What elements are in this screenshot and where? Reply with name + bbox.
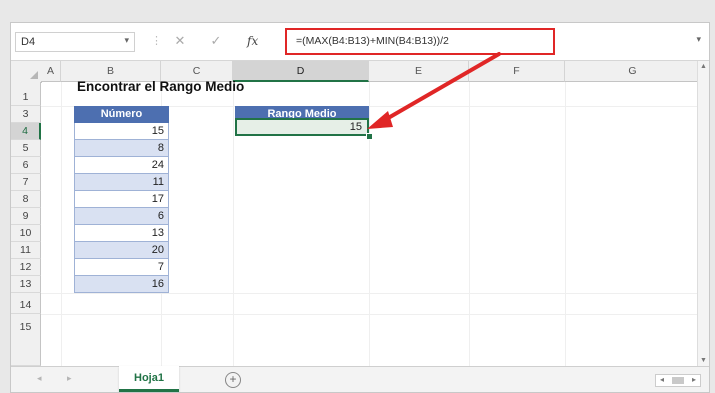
column-header-g[interactable]: G: [565, 61, 701, 82]
formula-text: =(MAX(B4:B13)+MIN(B4:B13))/2: [296, 35, 449, 47]
row-header-1[interactable]: 1: [11, 82, 41, 106]
row-header-15[interactable]: 15: [11, 314, 41, 366]
column-header-a[interactable]: A: [41, 61, 61, 82]
formula-bar: D4 ▾ ⋮ ✕ ✓ fx =(MAX(B4:B13)+MIN(B4:B13))…: [11, 23, 709, 61]
enter-icon[interactable]: ✓: [207, 32, 225, 50]
formula-bar-separator: ⋮: [151, 35, 162, 47]
row-header-9[interactable]: 9: [11, 208, 41, 225]
number-cell: 24: [74, 157, 169, 174]
expand-formula-icon[interactable]: ▾: [696, 34, 701, 45]
scroll-right-icon[interactable]: ▸: [692, 375, 696, 384]
gridline: [233, 82, 234, 366]
gridline: [565, 82, 566, 366]
row-header-4[interactable]: 4: [11, 123, 41, 140]
sheet-tab-bar: ◂ ▸ Hoja1 + ◂ ▸: [11, 366, 709, 392]
sheet-tab-hoja1[interactable]: Hoja1: [119, 366, 179, 392]
gridline: [41, 293, 701, 294]
vertical-scrollbar[interactable]: ▲ ▼: [697, 61, 709, 366]
number-cell: 16: [74, 276, 169, 293]
row-header-13[interactable]: 13: [11, 276, 41, 293]
column-header-e[interactable]: E: [369, 61, 469, 82]
name-box[interactable]: D4 ▾: [15, 32, 135, 52]
row-header-12[interactable]: 12: [11, 259, 41, 276]
scroll-up-icon[interactable]: ▲: [700, 63, 707, 70]
number-cell: 6: [74, 208, 169, 225]
insert-function-icon[interactable]: fx: [247, 32, 258, 50]
row-header-11[interactable]: 11: [11, 242, 41, 259]
next-sheet-icon[interactable]: ▸: [67, 373, 72, 384]
prev-sheet-icon[interactable]: ◂: [37, 373, 42, 384]
scroll-thumb[interactable]: [672, 377, 684, 384]
row-header-10[interactable]: 10: [11, 225, 41, 242]
scroll-left-icon[interactable]: ◂: [660, 375, 664, 384]
number-cell: 17: [74, 191, 169, 208]
number-cell: 11: [74, 174, 169, 191]
row-header-7[interactable]: 7: [11, 174, 41, 191]
name-box-dropdown-icon[interactable]: ▾: [124, 35, 129, 46]
name-box-value: D4: [21, 36, 36, 48]
row-header-6[interactable]: 6: [11, 157, 41, 174]
gridline: [469, 82, 470, 366]
add-sheet-icon[interactable]: +: [225, 372, 241, 388]
fill-handle[interactable]: [366, 133, 373, 140]
sheet-title: Encontrar el Rango Medio: [77, 79, 245, 94]
cancel-icon[interactable]: ✕: [171, 32, 189, 50]
row-header-8[interactable]: 8: [11, 191, 41, 208]
scroll-down-icon[interactable]: ▼: [700, 357, 707, 364]
gridline: [41, 314, 701, 315]
row-header-14[interactable]: 14: [11, 293, 41, 314]
select-all-icon[interactable]: [11, 61, 42, 83]
horizontal-scrollbar[interactable]: ◂ ▸: [655, 374, 701, 387]
column-header-f[interactable]: F: [469, 61, 565, 82]
number-cell: 15: [74, 123, 169, 140]
row-header-5[interactable]: 5: [11, 140, 41, 157]
gridline: [369, 82, 370, 366]
number-cell: 13: [74, 225, 169, 242]
row-header-3[interactable]: 3: [11, 106, 41, 123]
number-cell: 7: [74, 259, 169, 276]
column-header-d[interactable]: D: [233, 61, 369, 82]
gridline: [61, 82, 62, 366]
number-cell: 20: [74, 242, 169, 259]
number-column-header: Número: [74, 106, 169, 123]
formula-input[interactable]: =(MAX(B4:B13)+MIN(B4:B13))/2: [285, 28, 555, 55]
selected-result-cell[interactable]: 15: [235, 118, 369, 136]
excel-window: D4 ▾ ⋮ ✕ ✓ fx =(MAX(B4:B13)+MIN(B4:B13))…: [10, 22, 710, 393]
number-cell: 8: [74, 140, 169, 157]
